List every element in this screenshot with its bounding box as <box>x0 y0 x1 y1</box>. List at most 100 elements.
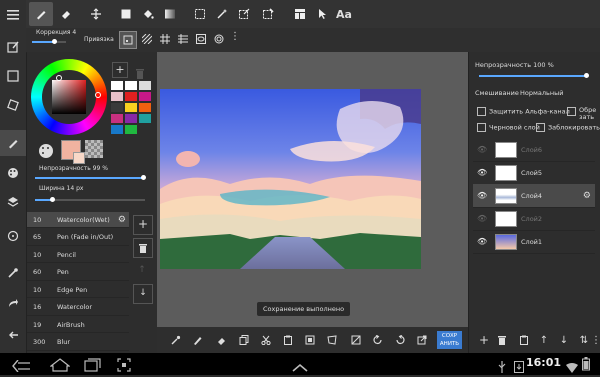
add-color-button[interactable]: + <box>112 62 128 78</box>
recent-apps-icon[interactable] <box>84 357 102 376</box>
brush-list-item[interactable]: 60 Pen <box>27 265 129 281</box>
color-palette-icon[interactable] <box>0 160 26 186</box>
magic-wand-icon[interactable] <box>210 2 234 26</box>
cut-icon[interactable] <box>257 331 275 349</box>
bucket-tool-icon[interactable] <box>136 2 160 26</box>
pointer-tool-icon[interactable] <box>310 2 334 26</box>
color-swatch[interactable] <box>125 114 137 123</box>
eye-icon[interactable]: 👁 <box>473 191 495 200</box>
color-swatch[interactable] <box>139 114 151 123</box>
brush-width-slider[interactable] <box>35 197 145 202</box>
layer-more-icon[interactable]: ⋮ <box>587 331 600 349</box>
layer-opacity-slider[interactable] <box>479 73 589 78</box>
color-swatch[interactable] <box>111 114 123 123</box>
color-swatch[interactable] <box>139 103 151 112</box>
eye-icon[interactable]: 👁 <box>473 237 495 246</box>
hue-picker-handle[interactable] <box>95 92 101 98</box>
layer-item[interactable]: 👁 Слой6 <box>473 138 595 162</box>
correction-slider[interactable] <box>32 39 66 44</box>
blend-mode-select[interactable]: Нормальный <box>520 89 563 97</box>
delete-brush-button[interactable] <box>133 238 153 258</box>
layer-item[interactable]: 👁 Слой4 ⚙ <box>473 184 595 208</box>
transform-icon[interactable] <box>301 331 319 349</box>
gradient-tool-icon[interactable] <box>158 2 182 26</box>
save-button[interactable]: СОХР АНИТЬ <box>437 331 462 349</box>
add-layer-button[interactable]: + <box>475 331 493 349</box>
more-options-icon[interactable]: ⋮ <box>230 32 240 42</box>
layer-item[interactable]: 👁 Слой5 <box>473 161 595 185</box>
paste-icon[interactable] <box>279 331 297 349</box>
delete-color-icon[interactable] <box>135 64 145 79</box>
draft-layer-checkbox[interactable]: Черновой слой <box>477 123 540 132</box>
move-tool-icon[interactable] <box>84 2 108 26</box>
color-swatch[interactable] <box>125 92 137 101</box>
canvas-area[interactable]: Сохранение выполнено <box>157 52 468 327</box>
deform-icon[interactable] <box>323 331 341 349</box>
color-wheel[interactable] <box>31 59 107 135</box>
fill-shape-icon[interactable] <box>114 2 138 26</box>
color-swatch[interactable] <box>111 103 123 112</box>
layers-icon[interactable] <box>0 189 26 215</box>
eraser-tool-icon[interactable] <box>54 2 78 26</box>
color-swatch[interactable] <box>111 81 123 90</box>
redo-icon[interactable] <box>391 331 409 349</box>
snap-grid-icon[interactable] <box>157 31 173 47</box>
eraser-small-icon[interactable] <box>213 331 231 349</box>
copy-layer-button[interactable] <box>515 331 533 349</box>
copy-icon[interactable] <box>235 331 253 349</box>
protect-alpha-box[interactable] <box>477 107 486 116</box>
move-brush-up-button[interactable]: ↑ <box>133 261 151 279</box>
frame-divider-icon[interactable] <box>288 2 312 26</box>
brush-panel-icon[interactable] <box>0 130 26 156</box>
eye-icon[interactable]: 👁 <box>473 145 495 154</box>
pen-small-icon[interactable] <box>189 331 207 349</box>
primary-color-swatch[interactable] <box>61 140 85 164</box>
color-swatch[interactable] <box>111 92 123 101</box>
rotate-canvas-icon[interactable] <box>0 92 26 118</box>
color-picker-handle[interactable] <box>56 75 62 81</box>
edit-canvas-icon[interactable] <box>0 34 26 60</box>
artwork-canvas[interactable] <box>160 89 421 269</box>
select-tool-icon[interactable] <box>188 2 212 26</box>
brush-list-item[interactable]: 10 Edge Pen <box>27 282 129 298</box>
snap-ellipse-icon[interactable] <box>193 31 209 47</box>
back-nav-icon[interactable] <box>12 357 32 376</box>
brush-list-item[interactable]: 19 AirBrush <box>27 317 129 333</box>
lock-layer-checkbox[interactable]: Заблокировать <box>536 123 600 132</box>
brush-list-item[interactable]: 65 Pen (Fade in/Out) <box>27 230 129 246</box>
select-pen-icon[interactable] <box>232 2 256 26</box>
eye-icon[interactable]: 👁 <box>473 214 495 223</box>
color-swatch[interactable] <box>125 81 137 90</box>
palette-mode-icon[interactable] <box>39 144 53 158</box>
color-swatch[interactable] <box>125 125 137 134</box>
brush-opacity-slider[interactable] <box>35 175 146 180</box>
snap-radial-icon[interactable] <box>211 31 227 47</box>
color-swatch[interactable] <box>139 92 151 101</box>
export-icon[interactable] <box>413 331 431 349</box>
snap-crossline-icon[interactable] <box>175 31 191 47</box>
chevron-up-icon[interactable] <box>292 358 308 377</box>
brush-settings-icon[interactable]: ⚙ <box>118 215 126 225</box>
menu-icon[interactable] <box>0 2 26 28</box>
back-arrow-icon[interactable] <box>0 322 26 348</box>
color-swatch[interactable] <box>125 103 137 112</box>
eye-icon[interactable]: 👁 <box>473 168 495 177</box>
protect-alpha-checkbox[interactable]: Защитить Альфа-канал <box>477 107 570 116</box>
material-icon[interactable] <box>0 223 26 249</box>
layer-item[interactable]: 👁 Слой1 <box>473 230 595 254</box>
select-eraser-icon[interactable] <box>256 2 280 26</box>
brush-list-item[interactable]: 10 Watercolor(Wet) ⚙ <box>27 212 129 228</box>
screenshot-icon[interactable] <box>117 357 131 376</box>
clear-icon[interactable] <box>347 331 365 349</box>
draft-layer-box[interactable] <box>477 123 486 132</box>
eyedropper-small-icon[interactable] <box>167 331 185 349</box>
move-brush-down-button[interactable]: ↓ <box>133 284 153 304</box>
saturation-square[interactable] <box>52 80 86 114</box>
move-layer-down-button[interactable]: ↓ <box>555 331 573 349</box>
brush-list-item[interactable]: 10 Pencil <box>27 247 129 263</box>
eyedropper-icon[interactable] <box>0 260 26 286</box>
layer-settings-icon[interactable]: ⚙ <box>583 191 591 201</box>
brush-list-item[interactable]: 300 Blur <box>27 335 129 351</box>
home-nav-icon[interactable] <box>49 357 71 376</box>
snap-parallel-icon[interactable] <box>139 31 155 47</box>
